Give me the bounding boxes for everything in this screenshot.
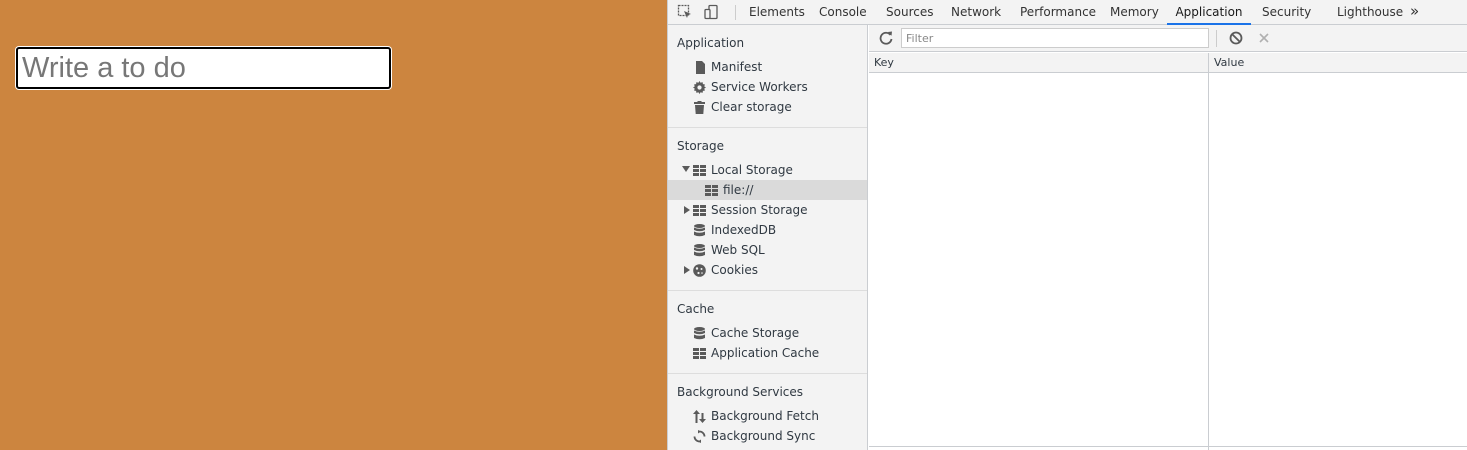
sidebar-item-label: Application Cache bbox=[711, 346, 820, 360]
tab-console[interactable]: Console bbox=[819, 0, 867, 25]
device-toolbar-icon[interactable] bbox=[702, 3, 720, 21]
grid-icon bbox=[705, 184, 718, 197]
storage-toolbar bbox=[869, 25, 1467, 52]
sidebar-item-label: Clear storage bbox=[711, 100, 792, 114]
inspect-element-icon[interactable] bbox=[676, 3, 694, 21]
sidebar-item-clear-storage[interactable]: Clear storage bbox=[668, 97, 867, 117]
grid-icon bbox=[693, 164, 706, 177]
application-sidebar: Application Manifest Service Workers Cle… bbox=[668, 25, 868, 450]
grid-icon bbox=[693, 204, 706, 217]
sidebar-item-label: IndexedDB bbox=[711, 223, 777, 237]
expand-arrow-icon[interactable] bbox=[684, 266, 690, 274]
toolbar-separator bbox=[1216, 30, 1217, 47]
sidebar-item-session-storage[interactable]: Session Storage bbox=[668, 200, 867, 220]
toolbar-separator bbox=[735, 5, 736, 20]
tab-elements[interactable]: Elements bbox=[749, 0, 805, 25]
column-header-key[interactable]: Key bbox=[869, 53, 894, 73]
database-icon bbox=[693, 327, 706, 340]
trash-icon bbox=[693, 101, 706, 114]
tab-application[interactable]: Application bbox=[1167, 0, 1251, 25]
expand-arrow-icon[interactable] bbox=[682, 166, 690, 172]
web-page bbox=[0, 0, 667, 450]
sidebar-item-label: Background Sync bbox=[711, 429, 816, 443]
sidebar-item-indexeddb[interactable]: IndexedDB bbox=[668, 220, 867, 240]
section-divider bbox=[668, 127, 867, 128]
section-title-background-services: Background Services bbox=[677, 385, 804, 399]
tab-network[interactable]: Network bbox=[951, 0, 1001, 25]
section-title-cache: Cache bbox=[677, 302, 715, 316]
more-tabs-button[interactable]: » bbox=[1410, 0, 1419, 25]
sidebar-item-label: Background Fetch bbox=[711, 409, 819, 423]
gear-icon bbox=[693, 81, 706, 94]
sidebar-item-web-sql[interactable]: Web SQL bbox=[668, 240, 867, 260]
column-header-value[interactable]: Value bbox=[1209, 53, 1244, 73]
grid-icon bbox=[693, 347, 706, 360]
tab-performance[interactable]: Performance bbox=[1020, 0, 1096, 25]
filter-input[interactable] bbox=[901, 28, 1209, 48]
sidebar-item-local-storage[interactable]: Local Storage bbox=[668, 160, 867, 180]
sidebar-item-manifest[interactable]: Manifest bbox=[668, 57, 867, 77]
sync-icon bbox=[693, 430, 706, 443]
sidebar-item-label: Local Storage bbox=[711, 163, 793, 177]
sidebar-item-label: Web SQL bbox=[711, 243, 765, 257]
document-icon bbox=[693, 61, 706, 74]
database-icon bbox=[693, 224, 706, 237]
database-icon bbox=[693, 244, 706, 257]
tab-lighthouse[interactable]: Lighthouse bbox=[1337, 0, 1403, 25]
sidebar-item-application-cache[interactable]: Application Cache bbox=[668, 343, 867, 363]
devtools-tab-bar: Elements Console Sources Network Perform… bbox=[668, 0, 1467, 25]
sidebar-item-label: Cookies bbox=[711, 263, 758, 277]
storage-view: Key Value bbox=[869, 25, 1467, 450]
section-divider bbox=[668, 373, 867, 374]
refresh-icon[interactable] bbox=[878, 30, 894, 46]
cookie-icon bbox=[693, 264, 706, 277]
sidebar-item-cookies[interactable]: Cookies bbox=[668, 260, 867, 280]
sidebar-item-label: Service Workers bbox=[711, 80, 808, 94]
clear-all-icon[interactable] bbox=[1228, 30, 1244, 46]
sidebar-item-label: Cache Storage bbox=[711, 326, 800, 340]
section-title-storage: Storage bbox=[677, 139, 724, 153]
sidebar-item-service-workers[interactable]: Service Workers bbox=[668, 77, 867, 97]
sidebar-item-label: Session Storage bbox=[711, 203, 808, 217]
section-title-application: Application bbox=[677, 36, 745, 50]
devtools-panel: Elements Console Sources Network Perform… bbox=[667, 0, 1467, 450]
sidebar-item-background-sync[interactable]: Background Sync bbox=[668, 426, 867, 446]
sidebar-item-background-fetch[interactable]: Background Fetch bbox=[668, 406, 867, 426]
expand-arrow-icon[interactable] bbox=[684, 206, 690, 214]
sidebar-item-label: file:// bbox=[723, 183, 754, 197]
sidebar-item-cache-storage[interactable]: Cache Storage bbox=[668, 323, 867, 343]
section-divider bbox=[668, 290, 867, 291]
tab-sources[interactable]: Sources bbox=[886, 0, 933, 25]
storage-table-body bbox=[869, 73, 1467, 447]
tab-security[interactable]: Security bbox=[1262, 0, 1311, 25]
sidebar-item-label: Manifest bbox=[711, 60, 763, 74]
table-header: Key Value bbox=[869, 53, 1467, 73]
column-divider[interactable] bbox=[1208, 53, 1209, 450]
todo-input[interactable] bbox=[16, 47, 391, 89]
sidebar-item-local-storage-file[interactable]: file:// bbox=[668, 180, 867, 200]
tab-memory[interactable]: Memory bbox=[1110, 0, 1159, 25]
delete-selected-icon[interactable] bbox=[1256, 30, 1272, 46]
up-down-arrows-icon bbox=[693, 410, 706, 423]
